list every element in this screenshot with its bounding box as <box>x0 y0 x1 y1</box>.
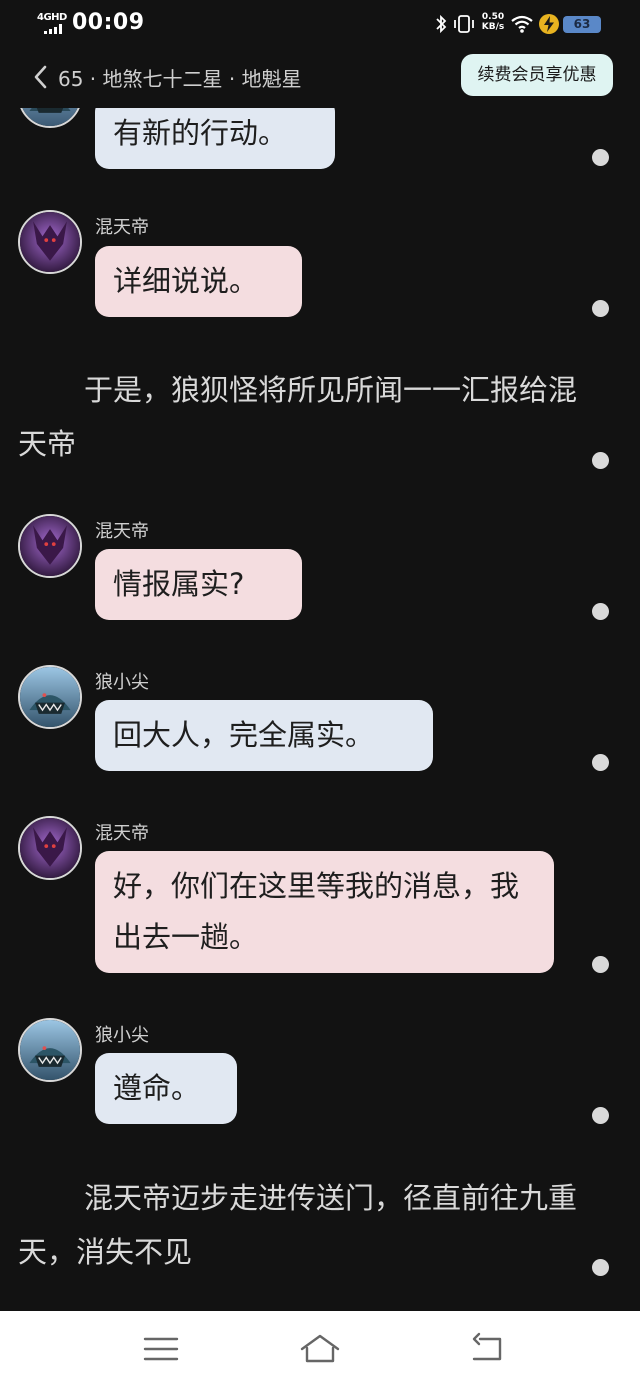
paragraph-dot[interactable] <box>592 149 609 166</box>
story-content[interactable]: 有新的行动。 混天帝 详细说说。 于是，狼狈怪将所见所闻一一汇报给混天帝 混天帝… <box>0 108 640 1311</box>
speed-value: 0.50 <box>481 12 505 22</box>
chat-bubble: 遵命。 <box>95 1053 237 1124</box>
paragraph-dot[interactable] <box>592 452 609 469</box>
paragraph-dot[interactable] <box>592 1259 609 1276</box>
avatar-huntiandi <box>18 816 82 880</box>
narration-paragraph: 于是，狼狈怪将所见所闻一一汇报给混天帝 <box>18 373 578 461</box>
paragraph-dot[interactable] <box>592 603 609 620</box>
vibrate-icon <box>454 15 474 33</box>
paragraph-dot[interactable] <box>592 754 609 771</box>
bluetooth-icon <box>436 14 447 34</box>
clock: 00:09 <box>72 10 145 35</box>
chat-bubble: 好，你们在这里等我的消息，我出去一趟。 <box>95 851 554 973</box>
back-icon[interactable] <box>466 1331 510 1367</box>
menu-icon[interactable] <box>139 1331 183 1367</box>
vip-renew-button[interactable]: 续费会员享优惠 <box>461 54 613 96</box>
speaker-name: 狼小尖 <box>95 672 149 693</box>
home-icon[interactable] <box>298 1331 342 1367</box>
avatar-wolf <box>18 1018 82 1082</box>
chapter-title[interactable]: 65 · 地煞七十二星 · 地魁星 <box>58 63 302 92</box>
speaker-name: 混天帝 <box>95 217 149 238</box>
chat-bubble: 情报属实? <box>95 549 302 620</box>
speaker-name: 狼小尖 <box>95 1025 149 1046</box>
wifi-icon <box>511 15 533 33</box>
speaker-name: 混天帝 <box>95 521 149 542</box>
chat-bubble: 回大人，完全属实。 <box>95 700 433 771</box>
charging-icon <box>539 14 559 34</box>
speed-unit: KB/s <box>481 22 505 32</box>
avatar-wolf <box>18 665 82 729</box>
status-bar: 4GHD 00:09 0.50 KB/s 63 <box>0 0 640 48</box>
battery-level: 63 <box>563 16 601 33</box>
network-type: 4GHD <box>37 12 67 23</box>
reader-app: 4GHD 00:09 0.50 KB/s 63 65 · 地煞七十二星 · 地魁… <box>0 0 640 1387</box>
system-nav-bar <box>0 1311 640 1387</box>
chevron-left-icon[interactable] <box>32 64 50 90</box>
chat-bubble: 有新的行动。 <box>95 108 335 169</box>
paragraph-dot[interactable] <box>592 956 609 973</box>
avatar-wolf <box>18 108 82 128</box>
paragraph-dot[interactable] <box>592 1107 609 1124</box>
narration-paragraph: 混天帝迈步走进传送门，径直前往九重天，消失不见 <box>18 1181 578 1269</box>
network-speed: 0.50 KB/s <box>480 12 506 32</box>
avatar-huntiandi <box>18 514 82 578</box>
paragraph-dot[interactable] <box>592 300 609 317</box>
avatar-huntiandi <box>18 210 82 274</box>
speaker-name: 混天帝 <box>95 823 149 844</box>
signal-icon <box>44 24 62 34</box>
chat-bubble: 详细说说。 <box>95 246 302 317</box>
chapter-header: 65 · 地煞七十二星 · 地魁星 续费会员享优惠 <box>0 50 640 106</box>
